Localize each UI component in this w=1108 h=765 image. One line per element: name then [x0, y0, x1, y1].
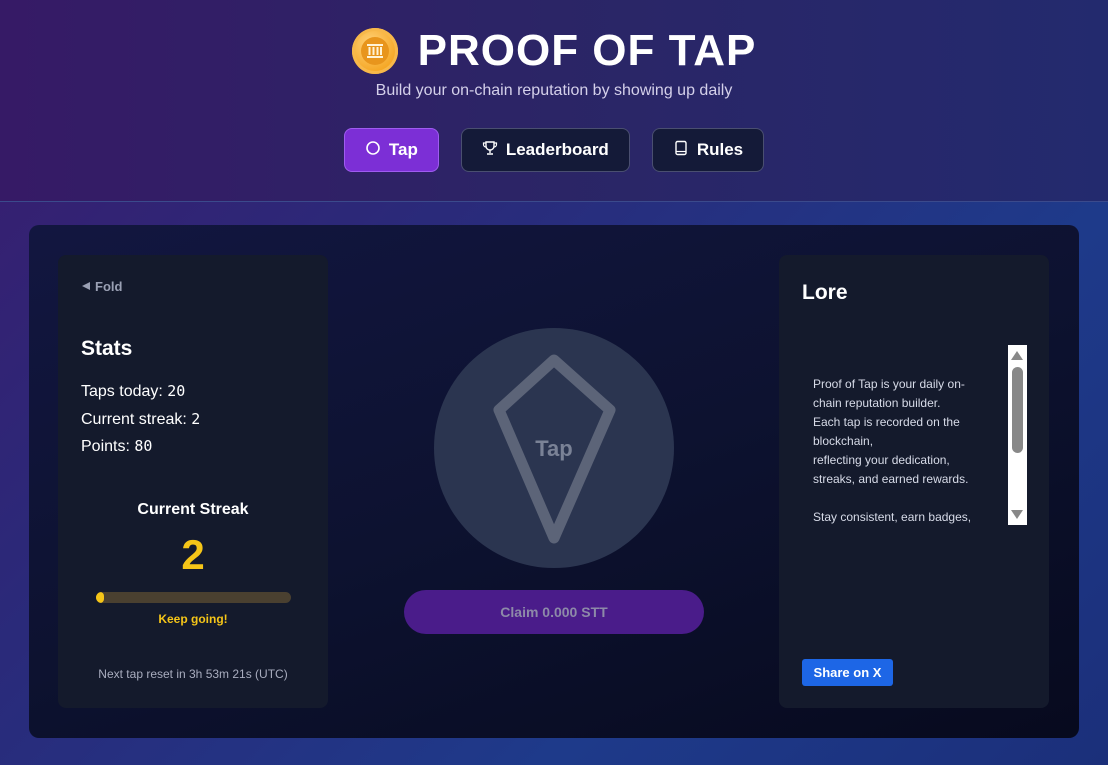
circle-icon: [365, 140, 381, 161]
streak-progress-bar: [96, 592, 291, 603]
stats-title: Stats: [81, 337, 133, 360]
tap-label: Tap: [535, 436, 573, 461]
reset-timer: Next tap reset in 3h 53m 21s (UTC): [98, 667, 288, 681]
tab-rules[interactable]: Rules: [651, 128, 765, 172]
triangle-left-icon: [81, 279, 91, 294]
tab-leaderboard-label: Leaderboard: [505, 140, 609, 159]
current-streak-row: Current streak: 2: [81, 410, 200, 429]
main-card: Fold Stats Taps today: 20 Current streak…: [29, 225, 1079, 738]
title-row: PROOF OF TAP: [0, 26, 1108, 76]
lore-text: Proof of Tap is your daily on-chain repu…: [813, 377, 972, 524]
keep-going-text: Keep going!: [158, 612, 228, 626]
taps-today-label: Taps today:: [81, 383, 163, 400]
stats-panel: Fold Stats Taps today: 20 Current streak…: [58, 255, 328, 708]
scroll-thumb[interactable]: [1012, 367, 1023, 453]
app-subtitle: Build your on-chain reputation by showin…: [375, 82, 733, 99]
lore-scrollbar[interactable]: [1008, 345, 1027, 525]
share-on-x-button[interactable]: Share on X: [802, 659, 893, 686]
streak-number: 2: [181, 531, 205, 578]
points-label: Points:: [81, 438, 130, 455]
tab-tap[interactable]: Tap: [343, 128, 439, 172]
points-row: Points: 80: [81, 437, 152, 456]
lore-title: Lore: [802, 281, 848, 304]
app-title: PROOF OF TAP: [417, 26, 757, 75]
trophy-icon: [482, 140, 498, 161]
points-value: 80: [134, 437, 153, 455]
claim-button[interactable]: Claim 0.000 STT: [404, 590, 704, 634]
lore-panel: Lore Proof of Tap is your daily on-chain…: [779, 255, 1049, 708]
tap-button[interactable]: Tap: [434, 328, 674, 568]
streak-heading: Current Streak: [137, 501, 249, 518]
tab-rules-label: Rules: [696, 140, 744, 159]
current-streak-label: Current streak:: [81, 411, 187, 428]
scroll-down-icon[interactable]: [1011, 510, 1023, 519]
taps-today-value: 20: [167, 382, 186, 400]
current-streak-value: 2: [191, 410, 201, 428]
taps-today-row: Taps today: 20: [81, 382, 185, 401]
tab-leaderboard[interactable]: Leaderboard: [460, 128, 630, 172]
fold-button[interactable]: Fold: [81, 279, 122, 294]
lore-scroll-area[interactable]: Proof of Tap is your daily on-chain repu…: [802, 345, 1028, 525]
tab-tap-label: Tap: [388, 140, 418, 159]
coin-icon: [351, 28, 398, 74]
streak-progress-fill: [96, 592, 104, 603]
book-icon: [673, 140, 689, 161]
fold-label: Fold: [95, 279, 123, 294]
scroll-up-icon[interactable]: [1011, 351, 1023, 360]
main-nav: Tap Leaderboard Rules: [0, 128, 1108, 172]
app-header: PROOF OF TAP Build your on-chain reputat…: [0, 0, 1108, 202]
